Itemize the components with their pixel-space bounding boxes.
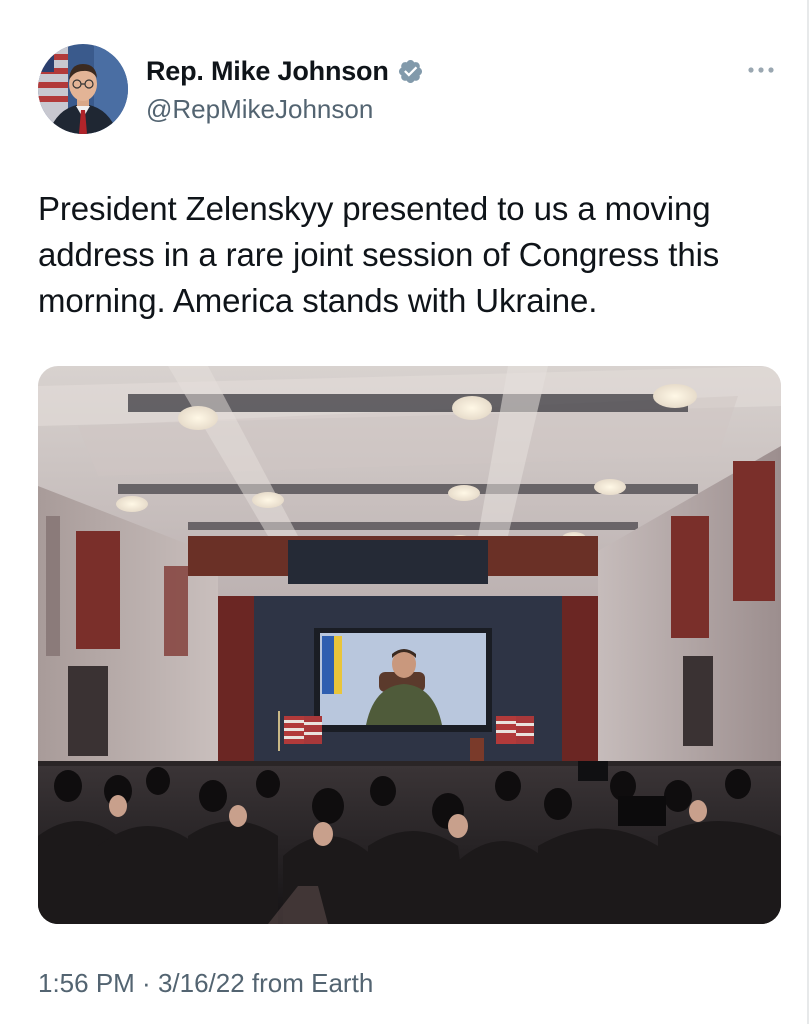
display-name-row: Rep. Mike Johnson <box>146 54 424 88</box>
meta-separator: · <box>134 968 158 998</box>
more-options-icon[interactable] <box>743 60 779 80</box>
tweet-text: President Zelenskyy presented to us a mo… <box>38 190 720 319</box>
author-names: Rep. Mike Johnson @RepMikeJohnson <box>146 54 424 125</box>
verified-badge-icon[interactable] <box>397 58 424 85</box>
display-name[interactable]: Rep. Mike Johnson <box>146 56 389 87</box>
tweet-time[interactable]: 1:56 PM <box>38 968 135 999</box>
handle[interactable]: @RepMikeJohnson <box>146 94 424 125</box>
tweet-photo[interactable] <box>38 366 781 924</box>
tweet-source: from Earth <box>244 968 374 998</box>
tweet-date[interactable]: 3/16/22 <box>158 968 245 999</box>
avatar[interactable] <box>38 44 128 134</box>
tweet-metadata: 1:56 PM · 3/16/22 from Earth <box>38 968 373 999</box>
tweet-header: Rep. Mike Johnson @RepMikeJohnson <box>38 44 779 136</box>
